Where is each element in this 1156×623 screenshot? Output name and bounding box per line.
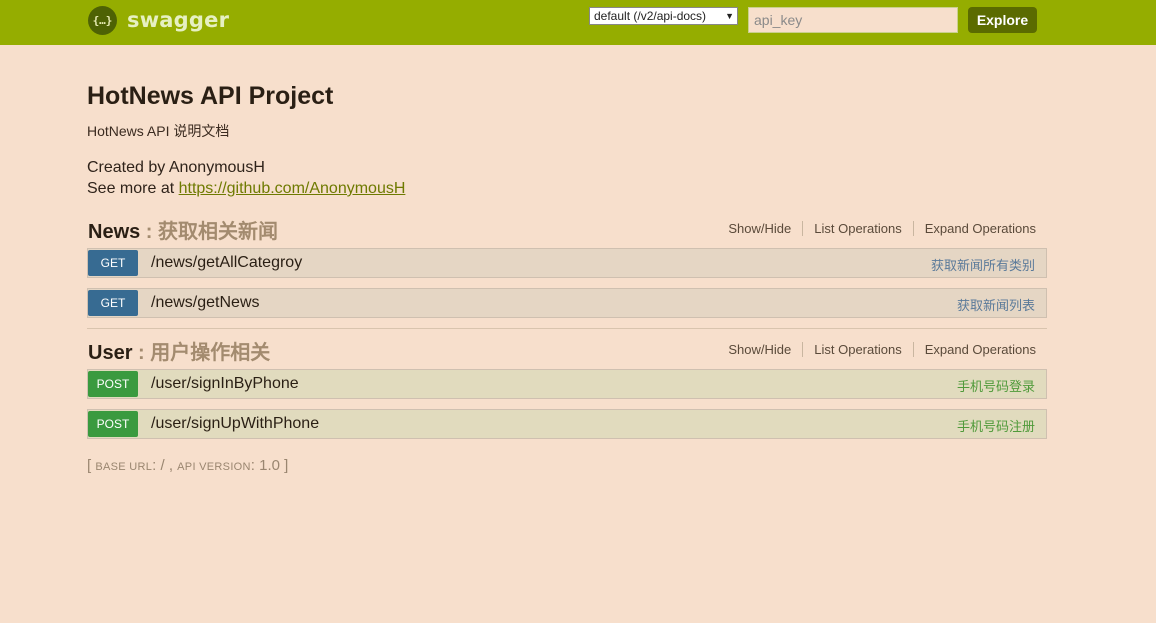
method-badge: GET — [88, 290, 138, 316]
resource-title-news[interactable]: News : 获取相关新闻 — [88, 215, 278, 244]
base-url-label: BASE URL — [95, 461, 153, 473]
resource-name: User — [88, 342, 133, 364]
see-more-prefix: See more at — [87, 180, 179, 197]
operation-path[interactable]: /news/getAllCategroy — [151, 254, 302, 272]
divider — [802, 221, 804, 236]
swagger-logo[interactable]: {…} swagger — [88, 5, 230, 35]
method-badge: POST — [88, 371, 138, 397]
operation-row[interactable]: POST /user/signUpWithPhone 手机号码注册 — [87, 409, 1047, 439]
created-by: Created by AnonymousH — [87, 159, 265, 176]
operation-summary[interactable]: 获取新闻所有类别 — [931, 255, 1035, 274]
divider — [912, 221, 914, 236]
swagger-logo-text: swagger — [127, 8, 230, 32]
resource-options: Show/Hide List Operations Expand Operati… — [728, 221, 1036, 236]
resource-header-user: User : 用户操作相关 Show/Hide List Operations … — [87, 336, 1047, 366]
list-operations-link[interactable]: List Operations — [814, 221, 901, 236]
expand-operations-link[interactable]: Expand Operations — [925, 221, 1036, 236]
resource-title-user[interactable]: User : 用户操作相关 — [88, 336, 270, 365]
api-version-value: : 1.0 ] — [250, 457, 289, 474]
resource-description: 获取相关新闻 — [158, 221, 279, 243]
top-bar: {…} swagger default (/v2/api-docs) ▼ api… — [0, 0, 1156, 45]
operation-row[interactable]: POST /user/signInByPhone 手机号码登录 — [87, 369, 1047, 399]
api-key-input[interactable]: api_key — [748, 7, 958, 33]
divider — [912, 342, 914, 357]
resource-separator: : — [140, 221, 159, 243]
explore-button[interactable]: Explore — [968, 7, 1037, 33]
resource-divider — [87, 328, 1047, 329]
operation-summary[interactable]: 手机号码登录 — [957, 376, 1035, 395]
expand-operations-link[interactable]: Expand Operations — [925, 342, 1036, 357]
api-version-label: API VERSION — [177, 461, 251, 473]
resource-header-news: News : 获取相关新闻 Show/Hide List Operations … — [87, 215, 1047, 245]
show-hide-link[interactable]: Show/Hide — [728, 342, 791, 357]
base-url-footer: [ BASE URL: / , API VERSION: 1.0 ] — [87, 457, 288, 474]
resource-separator: : — [132, 342, 151, 364]
show-hide-link[interactable]: Show/Hide — [728, 221, 791, 236]
method-badge: POST — [88, 411, 138, 437]
resource-name: News — [88, 221, 141, 243]
operation-path[interactable]: /user/signUpWithPhone — [151, 415, 319, 433]
operation-path[interactable]: /user/signInByPhone — [151, 375, 299, 393]
swagger-logo-icon: {…} — [88, 5, 117, 35]
spec-select[interactable]: default (/v2/api-docs) ▼ — [589, 7, 738, 25]
resource-description: 用户操作相关 — [150, 342, 271, 364]
base-url-value: : / , — [152, 457, 178, 474]
list-operations-link[interactable]: List Operations — [814, 342, 901, 357]
spec-select-value: default (/v2/api-docs) — [594, 9, 707, 23]
see-more: See more at https://github.com/Anonymous… — [87, 180, 405, 198]
api-description: HotNews API 说明文档 — [87, 123, 230, 139]
operation-row[interactable]: GET /news/getAllCategroy 获取新闻所有类别 — [87, 248, 1047, 278]
operation-summary[interactable]: 手机号码注册 — [957, 416, 1035, 435]
api-title: HotNews API Project — [87, 82, 334, 110]
method-badge: GET — [88, 250, 138, 276]
operation-row[interactable]: GET /news/getNews 获取新闻列表 — [87, 288, 1047, 318]
resource-options: Show/Hide List Operations Expand Operati… — [728, 342, 1036, 357]
operation-summary[interactable]: 获取新闻列表 — [957, 295, 1035, 314]
operation-path[interactable]: /news/getNews — [151, 294, 260, 312]
dropdown-arrow-icon: ▼ — [725, 11, 734, 21]
github-link[interactable]: https://github.com/AnonymousH — [179, 180, 406, 197]
divider — [802, 342, 804, 357]
